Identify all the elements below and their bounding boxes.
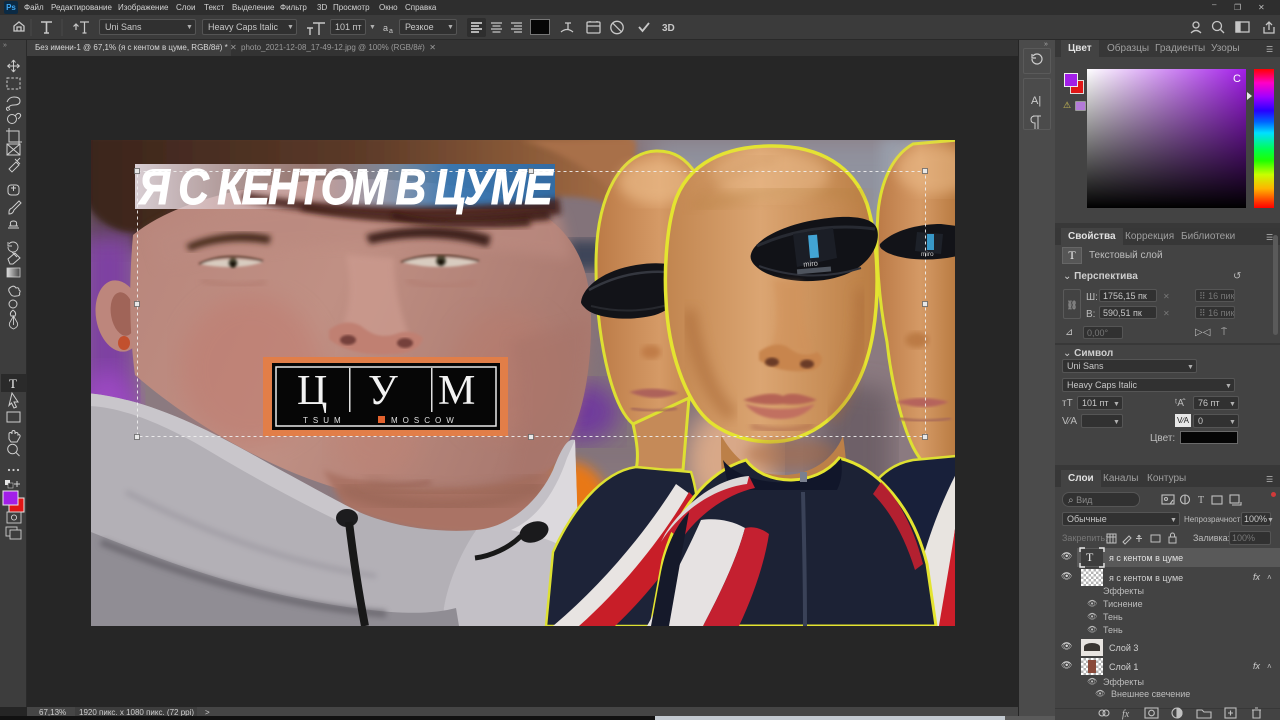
- svg-text:Ц: Ц: [297, 368, 327, 414]
- svg-text:miro: miro: [803, 259, 818, 269]
- svg-text:a: a: [389, 28, 393, 35]
- svg-text:A|: A|: [1031, 95, 1041, 107]
- svg-text:У: У: [368, 368, 398, 414]
- svg-text:TSUM: TSUM: [303, 416, 346, 425]
- svg-text:fx: fx: [1122, 709, 1130, 720]
- svg-text:a: a: [383, 23, 388, 33]
- svg-text:T: T: [1198, 495, 1204, 506]
- svg-text:miro: miro: [921, 251, 934, 258]
- svg-text:»: »: [3, 42, 7, 49]
- svg-text:T: T: [9, 376, 17, 391]
- svg-text:Я С КЕНТОМ В ЦУМЕ: Я С КЕНТОМ В ЦУМЕ: [137, 159, 554, 215]
- svg-text:MOSCOW: MOSCOW: [391, 416, 459, 425]
- svg-text:3D: 3D: [662, 23, 675, 34]
- svg-text:М: М: [438, 368, 475, 414]
